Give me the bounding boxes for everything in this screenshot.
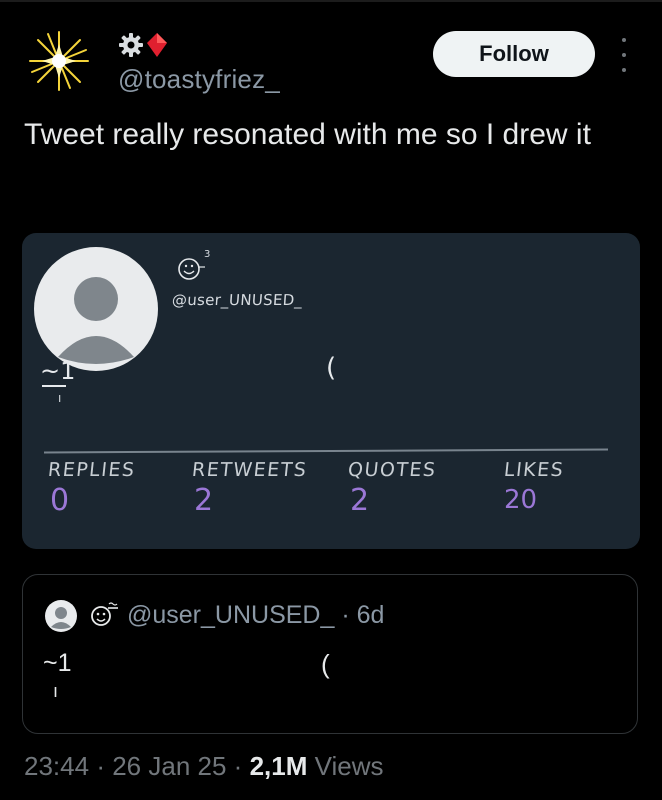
drawn-likes-label: LIKES — [502, 459, 566, 481]
meta-separator: · — [96, 751, 105, 781]
drawn-tick-text: ı — [58, 391, 62, 405]
drawn-retweets-value: 2 — [194, 483, 214, 518]
drawn-handle: @user_UNUSED_ — [171, 291, 303, 309]
gear-icon — [119, 33, 143, 57]
drawn-divider — [43, 448, 609, 454]
views-count[interactable]: 2,1M — [250, 751, 308, 781]
drawn-quotes-label: QUOTES — [346, 459, 438, 481]
views-label[interactable]: Views — [315, 751, 384, 781]
default-avatar-icon — [45, 600, 77, 632]
drawn-quotes-value: 2 — [350, 483, 370, 518]
post-metadata: 23:44 · 26 Jan 25 · 2,1M Views — [24, 751, 384, 782]
quoted-handle[interactable]: @user_UNUSED_ — [127, 601, 334, 629]
smiley-face-icon — [91, 602, 118, 626]
top-divider — [0, 0, 662, 2]
quoted-tweet[interactable]: @user_UNUSED_ · 6d ~1 ı ( — [22, 574, 638, 734]
drawn-tilde-text: ~1 — [40, 357, 76, 385]
follow-button[interactable]: Follow — [433, 31, 595, 77]
drawn-likes-value: 20 — [504, 485, 538, 515]
post-time[interactable]: 23:44 — [24, 751, 89, 781]
more-vertical-icon[interactable] — [612, 38, 636, 72]
red-diamond-icon — [147, 33, 167, 57]
meta-separator: · — [233, 751, 243, 781]
quoted-paren-text: ( — [321, 649, 330, 679]
display-name[interactable] — [118, 32, 168, 58]
author-handle[interactable]: @toastyfriez_ — [118, 64, 280, 95]
post-date[interactable]: 26 Jan 25 — [112, 751, 226, 781]
quoted-separator: · — [341, 601, 350, 629]
author-avatar[interactable] — [24, 26, 94, 96]
sparkle-sun-icon — [29, 31, 89, 91]
quoted-tilde-text: ~1 — [43, 649, 72, 677]
quoted-tick-text: ı — [53, 681, 59, 701]
drawn-superscript: 3 — [204, 249, 211, 260]
drawn-retweets-label: RETWEETS — [190, 459, 309, 481]
drawn-paren-text: ( — [326, 353, 337, 383]
drawn-underline — [42, 385, 66, 387]
attached-drawing-image[interactable]: 3 @user_UNUSED_ ~1 ı ( REPLIES RETWEETS … — [22, 233, 640, 549]
smiley-face-icon — [178, 258, 205, 280]
tweet-text: Tweet really resonated with me so I drew… — [24, 118, 591, 151]
drawn-replies-value: 0 — [50, 483, 70, 518]
quoted-meta: @user_UNUSED_ · 6d — [127, 601, 384, 630]
drawn-replies-label: REPLIES — [46, 459, 137, 481]
quoted-age[interactable]: 6d — [357, 601, 385, 629]
